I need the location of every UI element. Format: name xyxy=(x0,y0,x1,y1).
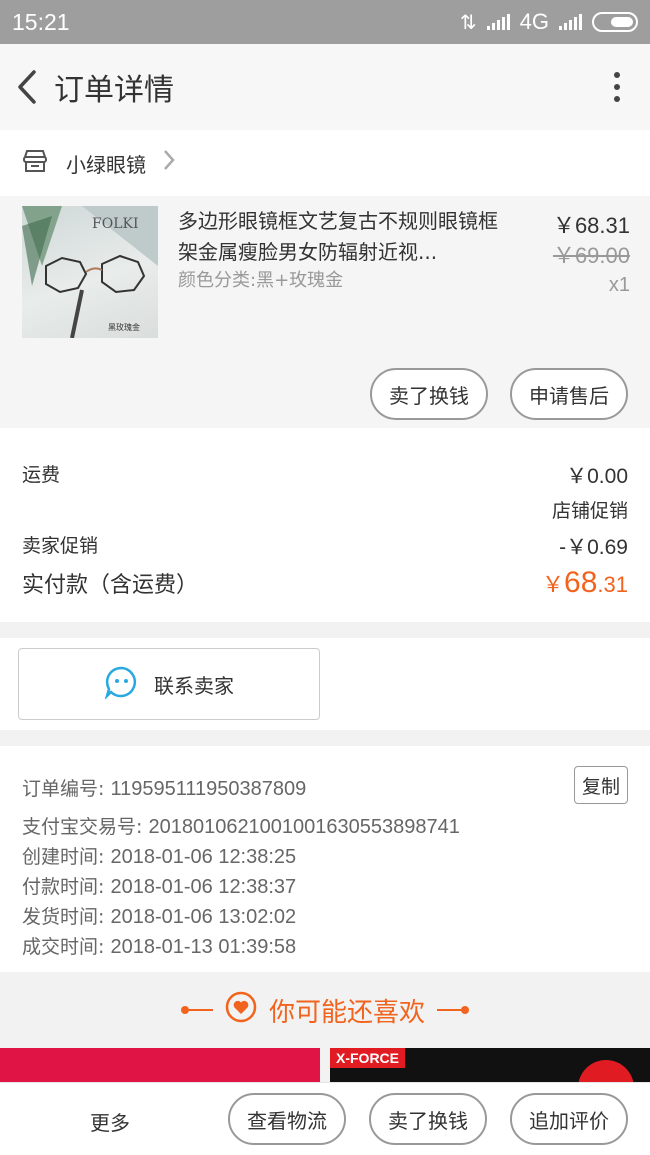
recommend-title: 你可能还喜欢 xyxy=(268,997,425,1028)
product-original-price: ￥69.00 xyxy=(552,243,630,268)
closed-value: 2018-01-13 01:39:58 xyxy=(110,936,297,958)
total-integer: 68 xyxy=(564,566,598,599)
divider-right xyxy=(437,1006,469,1014)
data-transfer-icon: ⇅ xyxy=(459,11,477,34)
status-icons: ⇅ 4G xyxy=(460,9,638,35)
shop-promo-row: 店铺促销 xyxy=(22,496,628,523)
chevron-right-icon xyxy=(162,148,176,179)
shipped-label: 发货时间: xyxy=(22,906,111,928)
seller-promo-value: -￥0.69 xyxy=(559,536,628,559)
shop-icon xyxy=(22,149,48,177)
closed-time: 成交时间: 2018-01-13 01:39:58 xyxy=(22,932,296,959)
paid-label: 付款时间: xyxy=(22,876,111,898)
order-number: 订单编号: 119595111950387809 xyxy=(22,774,306,801)
contact-seller-label: 联系卖家 xyxy=(154,673,234,698)
order-info: 订单编号: 119595111950387809 复制 支付宝交易号: 2018… xyxy=(0,746,650,972)
created-value: 2018-01-06 12:38:25 xyxy=(110,846,297,868)
product-sku: 颜色分类:黑+玫瑰金 xyxy=(178,270,344,291)
total-decimal: .31 xyxy=(597,572,628,597)
alipay-value: 2018010621001001630553898741 xyxy=(148,816,460,838)
view-logistics-button[interactable]: 查看物流 xyxy=(228,1093,346,1145)
seller-promo-label: 卖家促销 xyxy=(22,535,99,557)
sell-for-cash-button[interactable]: 卖了换钱 xyxy=(370,368,488,420)
back-icon[interactable] xyxy=(12,67,42,107)
shop-name[interactable]: 小绿眼镜 xyxy=(66,149,146,178)
seller-promo-row: 卖家促销 -￥0.69 xyxy=(22,531,628,561)
product-quantity: x1 xyxy=(608,274,630,296)
shop-promo-label: 店铺促销 xyxy=(551,500,628,522)
order-number-label: 订单编号: xyxy=(22,778,111,800)
signal-icon xyxy=(486,14,510,30)
alipay-number: 支付宝交易号: 2018010621001001630553898741 xyxy=(22,812,460,839)
page-title: 订单详情 xyxy=(54,73,174,108)
order-item[interactable]: FOLKI 黑玫瑰金 多边形眼镜框文艺复古不规则眼镜框架金属瘦脸男女防辐射近视.… xyxy=(0,196,650,428)
shipped-value: 2018-01-06 13:02:02 xyxy=(110,906,297,928)
bottom-action-bar: 更多 查看物流 卖了换钱 追加评价 xyxy=(0,1082,650,1155)
product-thumbnail[interactable]: FOLKI 黑玫瑰金 xyxy=(22,206,158,338)
thumb-caption: 黑玫瑰金 xyxy=(108,322,140,332)
copy-button[interactable]: 复制 xyxy=(574,766,628,804)
contact-area: 联系卖家 xyxy=(0,638,650,730)
apply-after-sale-button[interactable]: 申请售后 xyxy=(510,368,628,420)
shipping-value: ￥0.00 xyxy=(566,465,628,488)
paid-value: 2018-01-06 12:38:37 xyxy=(110,876,297,898)
network-type: 4G xyxy=(519,9,549,34)
total-currency: ￥ xyxy=(542,572,565,597)
shop-row[interactable]: 小绿眼镜 xyxy=(0,130,650,196)
total-value: ￥68.31 xyxy=(542,566,628,600)
status-time: 15:21 xyxy=(12,8,70,35)
shipped-time: 发货时间: 2018-01-06 13:02:02 xyxy=(22,902,296,929)
total-label: 实付款（含运费） xyxy=(22,573,199,598)
more-button[interactable]: 更多 xyxy=(90,1107,130,1136)
battery-icon xyxy=(592,12,638,32)
recommended-brand-tag: X-FORCE xyxy=(330,1048,405,1068)
contact-seller-button[interactable]: 联系卖家 xyxy=(18,648,320,720)
shipping-row: 运费 ￥0.00 xyxy=(22,460,628,490)
paid-time: 付款时间: 2018-01-06 12:38:37 xyxy=(22,872,296,899)
created-time: 创建时间: 2018-01-06 12:38:25 xyxy=(22,842,296,869)
recommend-header: 你可能还喜欢 xyxy=(0,972,650,1048)
total-row: 实付款（含运费） ￥68.31 xyxy=(22,566,628,600)
created-label: 创建时间: xyxy=(22,846,111,868)
closed-label: 成交时间: xyxy=(22,936,111,958)
more-menu-icon[interactable] xyxy=(614,72,620,102)
fee-summary: 运费 ￥0.00 店铺促销 卖家促销 -￥0.69 实付款（含运费） ￥68.3… xyxy=(0,428,650,622)
alipay-label: 支付宝交易号: xyxy=(22,816,149,838)
shipping-label: 运费 xyxy=(22,464,61,486)
thumb-brand-text: FOLKI xyxy=(92,216,138,232)
status-bar: 15:21 ⇅ 4G xyxy=(0,0,650,44)
chat-bubble-icon xyxy=(104,665,138,704)
sell-for-cash-button-bottom[interactable]: 卖了换钱 xyxy=(369,1093,487,1145)
signal-icon-2 xyxy=(559,14,582,30)
order-number-value: 119595111950387809 xyxy=(110,778,307,800)
divider-left xyxy=(180,1006,213,1014)
product-price: ￥68.31 xyxy=(552,213,630,238)
add-review-button[interactable]: 追加评价 xyxy=(510,1093,628,1145)
nav-bar: 订单详情 xyxy=(0,44,650,130)
heart-icon xyxy=(225,991,257,1030)
product-title[interactable]: 多边形眼镜框文艺复古不规则眼镜框架金属瘦脸男女防辐射近视... xyxy=(178,206,508,268)
